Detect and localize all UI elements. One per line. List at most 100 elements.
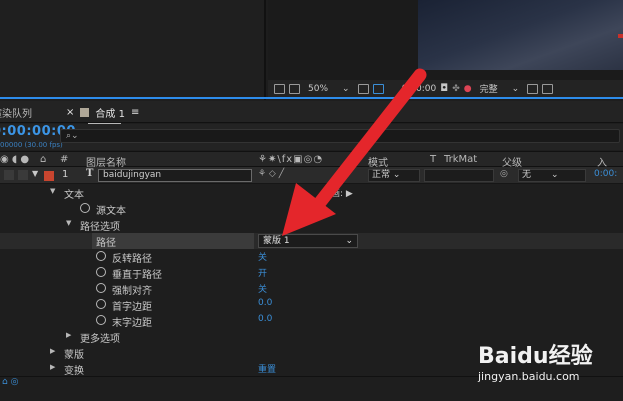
timecode-row: 0:00:00:00 00000 (30.00 fps) ⌕⌄ — [0, 124, 623, 150]
column-headers: ◉ ◖ ● ⌂ # 图层名称 ⚘✷\fx▣◎◔ 模式 T TrkMat 父级 入 — [0, 151, 623, 169]
twirl-closed-icon[interactable]: ▶ — [50, 363, 55, 371]
twirl-closed-icon[interactable]: ▶ — [50, 347, 55, 355]
viewer-timecode[interactable]: 0:00:00 — [402, 84, 437, 94]
prop-perpendicular[interactable]: 垂直于路径 开 — [0, 265, 623, 281]
transparency-grid-icon[interactable] — [542, 83, 554, 94]
chevron-down-icon: ⌄ — [342, 83, 350, 94]
timeline-tabbar: 渲染队列 × 合成 1 ≡ — [0, 101, 623, 125]
prop-first-margin[interactable]: 首字边距 0.0 — [0, 297, 623, 313]
watermark-brand-text: Baidu经验 — [478, 344, 593, 369]
prop-label: 更多选项 — [80, 334, 120, 345]
animate-menu[interactable]: 动画: ▶ — [322, 186, 353, 199]
col-t: T — [430, 154, 437, 165]
close-icon[interactable]: × — [66, 107, 74, 118]
visibility-switch[interactable] — [4, 170, 14, 180]
twirl-closed-icon[interactable]: ▶ — [66, 331, 71, 339]
label-tag-icon[interactable]: ⌂ — [40, 154, 46, 165]
prop-value[interactable]: 关 — [258, 282, 267, 295]
tab-label: 合成 1 — [95, 109, 125, 120]
col-trkmat: TrkMat — [444, 154, 478, 165]
prop-value[interactable]: 关 — [258, 250, 267, 263]
layer-in-time[interactable]: 0:00: — [594, 169, 617, 179]
pickwhip-icon[interactable]: ◎ — [500, 169, 508, 179]
stopwatch-icon[interactable] — [96, 251, 106, 261]
quality-dropdown[interactable]: 完整 ⌄ — [476, 82, 524, 96]
text-layer-icon: T — [86, 168, 94, 179]
prop-label: 路径 — [96, 238, 116, 249]
stopwatch-icon[interactable] — [96, 299, 106, 309]
prop-value[interactable]: 0.0 — [258, 298, 272, 308]
layer-row[interactable]: ▼ 1 T baidujingyan ⚘ ◇ ╱ 正常 ⌄ ◎ 无 ⌄ 0:00… — [0, 167, 623, 184]
panel-focus-line — [0, 97, 623, 99]
layer-label-color[interactable] — [44, 171, 54, 181]
prop-path-options[interactable]: ▼ 路径选项 — [0, 217, 623, 233]
animate-label: 动画: — [322, 189, 344, 199]
zoom-dropdown[interactable]: 50% ⌄ — [304, 84, 354, 94]
comp-color-swatch — [80, 108, 90, 117]
chevron-down-icon: ⌄ — [345, 236, 353, 246]
blend-mode-value: 正常 — [372, 170, 391, 180]
monitor-icon[interactable] — [289, 83, 300, 94]
project-panel — [0, 0, 266, 100]
stopwatch-icon[interactable] — [80, 203, 90, 213]
snapshot-icon[interactable] — [357, 83, 369, 94]
composition-viewer[interactable] — [268, 0, 623, 80]
chevron-down-icon: ⌄ — [511, 83, 520, 94]
prop-path[interactable]: 路径 蒙版 1 ⌄ — [0, 233, 623, 249]
stopwatch-icon[interactable] — [96, 267, 106, 277]
zoom-value: 50% — [308, 83, 329, 94]
twirl-open-icon[interactable]: ▼ — [32, 169, 38, 178]
path-mask-select[interactable]: 蒙版 1 ⌄ — [258, 234, 358, 248]
viewer-red-mark — [618, 34, 623, 38]
twirl-open-icon[interactable]: ▼ — [50, 187, 55, 195]
quality-value: 完整 — [479, 85, 498, 95]
tab-render-queue[interactable]: 渲染队列 — [0, 105, 32, 120]
stopwatch-icon[interactable] — [96, 283, 106, 293]
prop-label: 变换 — [64, 366, 84, 377]
prop-label: 路径选项 — [80, 222, 120, 233]
watermark-url: jingyan.baidu.com — [478, 370, 580, 383]
prop-last-margin[interactable]: 末字边距 0.0 — [0, 313, 623, 329]
prop-value[interactable]: 开 — [258, 266, 267, 279]
layer-number: 1 — [62, 169, 69, 180]
mask-toggle-icon[interactable] — [372, 83, 384, 94]
prop-label: 强制对齐 — [112, 286, 152, 297]
av-switch-icons[interactable]: ◉ ◖ ● — [0, 154, 29, 165]
prop-label: 源文本 — [96, 206, 126, 217]
viewer-toolbar: 50% ⌄ 0:00:00 ◘ ✤ ● 完整 ⌄ — [268, 80, 623, 97]
menu-icon[interactable]: ≡ — [131, 107, 139, 118]
footer-toggle-icons[interactable]: ⌂ ◎ — [2, 377, 18, 387]
layer-switch-icons[interactable]: ⚘ ◇ ╱ — [258, 169, 284, 179]
twirl-open-icon[interactable]: ▼ — [66, 219, 71, 227]
always-preview-icon[interactable] — [274, 83, 285, 94]
prop-label: 首字边距 — [112, 302, 152, 313]
viewer-image — [418, 0, 623, 70]
camera-icon[interactable]: ◘ — [440, 83, 448, 94]
color-wheel-icon[interactable]: ● — [464, 84, 472, 94]
search-icon: ⌕⌄ — [66, 131, 79, 141]
layer-name-field[interactable]: baidujingyan — [98, 169, 252, 182]
tab-composition[interactable]: × 合成 1 ≡ — [66, 105, 139, 125]
parent-select[interactable]: 无 ⌄ — [518, 169, 586, 182]
prop-value[interactable]: 0.0 — [258, 314, 272, 324]
prop-label: 反转路径 — [112, 254, 152, 265]
prop-label: 末字边距 — [112, 318, 152, 329]
stopwatch-icon[interactable] — [96, 315, 106, 325]
prop-force-align[interactable]: 强制对齐 关 — [0, 281, 623, 297]
prop-reverse-path[interactable]: 反转路径 关 — [0, 249, 623, 265]
top-area: 50% ⌄ 0:00:00 ◘ ✤ ● 完整 ⌄ — [0, 0, 623, 100]
layer-search-input[interactable]: ⌕⌄ — [60, 129, 620, 143]
channel-icon[interactable]: ✤ — [452, 84, 460, 94]
region-of-interest-icon[interactable] — [527, 83, 539, 94]
tab-label: 渲染队列 — [0, 109, 32, 120]
trkmat-select[interactable] — [424, 169, 494, 182]
prop-source-text[interactable]: 源文本 — [0, 201, 623, 217]
blend-mode-select[interactable]: 正常 ⌄ — [368, 169, 420, 182]
transform-reset-link[interactable]: 重置 — [258, 362, 276, 375]
path-mask-value: 蒙版 1 — [263, 236, 290, 246]
switches-icons: ⚘✷\fx▣◎◔ — [258, 154, 324, 165]
solo-switch[interactable] — [18, 170, 28, 180]
prop-text-group[interactable]: ▼ 文本 动画: ▶ — [0, 185, 623, 201]
parent-value: 无 — [522, 170, 532, 180]
prop-label: 垂直于路径 — [112, 270, 162, 281]
